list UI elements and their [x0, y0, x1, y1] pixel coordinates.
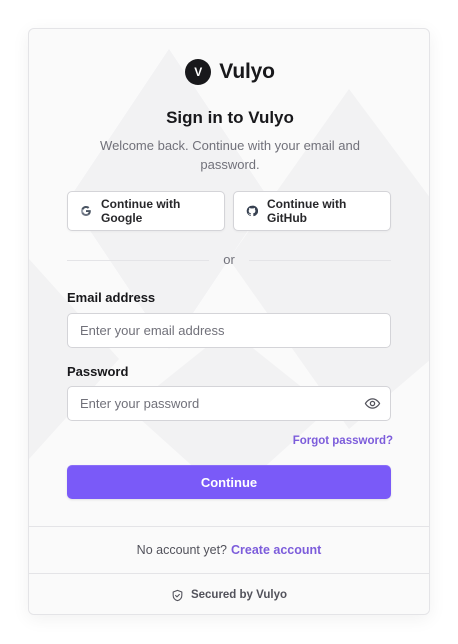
brand: V Vulyo — [29, 59, 429, 85]
secured-text: Secured by Vulyo — [190, 589, 288, 601]
brand-logo: V — [185, 59, 212, 85]
secured-by-footer: Secured by Vulyo — [29, 573, 429, 614]
brand-name: Vulyo — [219, 60, 275, 83]
divider-line-right — [249, 260, 391, 261]
github-button-label: Continue with GitHub — [267, 197, 347, 225]
google-button-label: Continue with Google — [101, 197, 181, 225]
github-icon — [246, 205, 258, 217]
eye-icon[interactable] — [363, 394, 381, 412]
email-field[interactable] — [67, 313, 391, 348]
signup-footer: No account yet? Create account — [29, 526, 429, 573]
signup-prompt: No account yet? — [136, 543, 228, 557]
shield-check-icon — [171, 589, 184, 602]
email-label: Email address — [67, 290, 156, 305]
sign-in-form-area: V Vulyo Sign in to Vulyo Welcome back. C… — [29, 29, 429, 526]
continue-button[interactable]: Continue — [67, 465, 391, 499]
sign-in-card: V Vulyo Sign in to Vulyo Welcome back. C… — [28, 28, 430, 615]
password-label: Password — [67, 364, 129, 379]
create-account-link[interactable]: Create account — [231, 543, 321, 557]
page-title: Sign in to Vulyo — [166, 108, 294, 127]
google-icon — [80, 205, 92, 217]
or-divider: or — [67, 252, 391, 268]
password-field[interactable] — [67, 386, 391, 421]
page-subtitle: Welcome back. Continue with your email a… — [100, 138, 360, 172]
forgot-password-link[interactable]: Forgot password? — [293, 435, 393, 447]
continue-with-github-button[interactable]: Continue with GitHub — [233, 191, 391, 231]
continue-with-google-button[interactable]: Continue with Google — [67, 191, 225, 231]
